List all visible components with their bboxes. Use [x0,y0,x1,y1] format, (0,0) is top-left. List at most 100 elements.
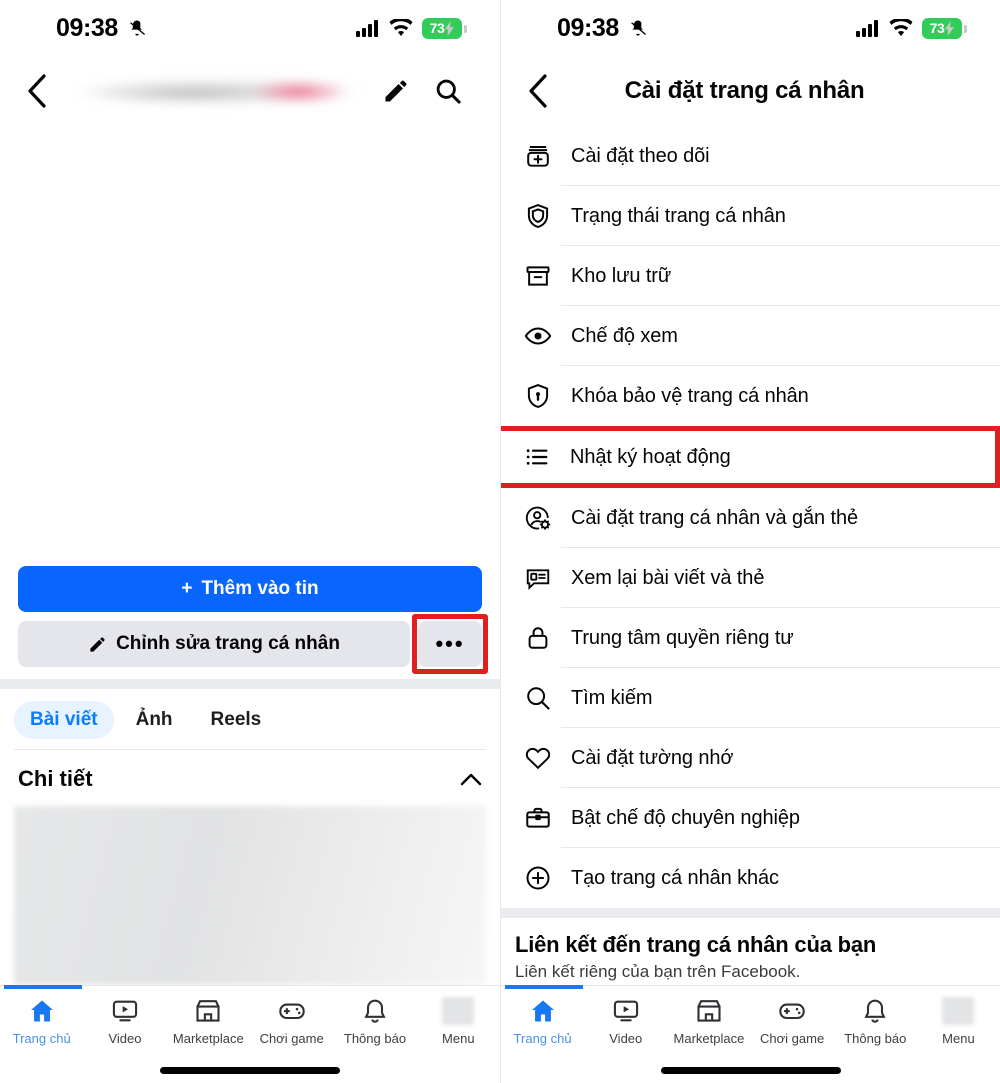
nav-active-indicator [505,985,583,989]
menu-label: Bật chế độ chuyên nghiệp [571,806,800,829]
nav-label-notifications: Thông báo [844,1031,907,1046]
nav-item-gaming[interactable]: Chơi game [250,996,333,1046]
nav-active-indicator [4,985,82,989]
nav-item-menu[interactable]: Menu [417,996,500,1046]
edit-profile-button[interactable]: Chỉnh sửa trang cá nhân [18,621,410,667]
details-title: Chi tiết [18,766,93,791]
menu-item-profile-lock[interactable]: Khóa bảo vệ trang cá nhân [501,366,1000,426]
back-button-left[interactable] [26,74,66,108]
menu-item-professional-mode[interactable]: Bật chế độ chuyên nghiệp [501,788,1000,848]
status-time: 09:38 [56,13,118,42]
status-time-2: 09:38 [557,13,619,42]
video-icon [110,996,140,1026]
search-icon [436,79,461,104]
section-divider-left [0,679,500,689]
search-header-button[interactable] [422,77,474,105]
edit-header-button[interactable] [370,77,422,105]
nav-items-left: Trang chủ Video Marketplace Chơi game Th… [0,986,500,1067]
add-to-story-label: Thêm vào tin [201,578,319,599]
menu-label: Nhật ký hoạt động [570,445,731,468]
nav-item-marketplace[interactable]: Marketplace [667,996,750,1046]
section-heading: Liên kết đến trang cá nhân của bạn [515,932,877,957]
edit-profile-label: Chỉnh sửa trang cá nhân [116,633,340,654]
add-to-story-button[interactable]: + Thêm vào tin [18,566,482,612]
search-icon [515,684,561,712]
menu-label: Tìm kiếm [571,686,653,709]
page-title: Cài đặt trang cá nhân [624,77,865,104]
gamepad-icon [777,996,807,1026]
menu-item-create-profile[interactable]: Tạo trang cá nhân khác [501,848,1000,908]
home-icon [27,996,57,1026]
details-header[interactable]: Chi tiết [0,750,500,806]
nav-label-menu: Menu [442,1031,475,1046]
nav-label-menu: Menu [942,1031,975,1046]
menu-label: Chế độ xem [571,324,678,347]
shield-icon [515,202,561,230]
menu-item-review-posts[interactable]: Xem lại bài viết và thẻ [501,548,1000,608]
secondary-button-row: Chỉnh sửa trang cá nhân ••• [18,614,488,674]
home-indicator [160,1067,340,1074]
home-icon [528,996,558,1026]
archive-box-icon [515,262,561,290]
nav-label-notifications: Thông báo [343,1031,407,1046]
tab-reels[interactable]: Reels [195,701,278,739]
left-app-header [0,56,500,126]
more-options-button[interactable]: ••• [418,621,482,667]
nav-item-gaming[interactable]: Chơi game [751,996,834,1046]
dual-screenshot-container: 09:38 73 + Thêm vào tin Chỉnh sửa trang … [0,0,1000,1083]
menu-item-archive[interactable]: Kho lưu trữ [501,246,1000,306]
section-subtitle: Liên kết riêng của bạn trên Facebook. [515,962,801,981]
menu-item-activity-log[interactable]: Nhật ký hoạt động [501,426,1000,488]
charging-bolt-icon [945,20,955,36]
nav-items-right: Trang chủ Video Marketplace Chơi game Th… [501,986,1000,1067]
right-app-header: Cài đặt trang cá nhân [501,56,1000,126]
charging-bolt-icon [445,20,455,36]
nav-item-video[interactable]: Video [83,996,166,1046]
person-gear-icon [515,504,561,532]
marketplace-icon [193,996,223,1026]
home-indicator [660,1067,841,1074]
menu-label: Cài đặt tường nhớ [571,746,734,769]
nav-item-home[interactable]: Trang chủ [501,996,584,1046]
tab-posts[interactable]: Bài viết [14,701,114,739]
nav-item-home[interactable]: Trang chủ [0,996,83,1046]
nav-label-gaming: Chơi game [760,1031,825,1046]
status-bar-left-group-2: 09:38 [557,14,648,43]
menu-item-follow-settings[interactable]: Cài đặt theo dõi [501,126,1000,186]
nav-label-gaming: Chơi game [259,1031,324,1046]
follow-settings-icon [515,142,561,170]
menu-item-profile-tagging[interactable]: Cài đặt trang cá nhân và gắn thẻ [501,488,1000,548]
profile-link-section: Liên kết đến trang cá nhân của bạn Liên … [501,918,1000,985]
left-phone-screen: 09:38 73 + Thêm vào tin Chỉnh sửa trang … [0,0,500,1083]
right-phone-screen: 09:38 73 Cài đặt trang cá nhân Cài đặt t… [500,0,1000,1083]
nav-label-home: Trang chủ [513,1031,572,1046]
status-bar-right-group-2: 73 [856,17,967,39]
status-bar-right-group: 73 [356,17,467,39]
menu-item-privacy-center[interactable]: Trung tâm quyền riêng tư [501,608,1000,668]
plus-glyph: + [181,578,193,599]
nav-label-video: Video [609,1031,643,1046]
profile-tabs: Bài viết Ảnh Reels [0,689,500,749]
menu-label: Trạng thái trang cá nhân [571,204,786,227]
nav-item-marketplace[interactable]: Marketplace [167,996,250,1046]
avatar-icon [442,996,475,1026]
menu-item-view-mode[interactable]: Chế độ xem [501,306,1000,366]
menu-item-search[interactable]: Tìm kiếm [501,668,1000,728]
mute-icon [127,18,147,38]
menu-item-memorial-settings[interactable]: Cài đặt tường nhớ [501,728,1000,788]
battery-indicator-2: 73 [922,17,967,39]
nav-item-menu[interactable]: Menu [917,996,1000,1046]
menu-label: Cài đặt theo dõi [571,144,710,167]
status-bar-left-group: 09:38 [56,14,147,43]
lock-icon [515,624,561,652]
nav-item-notifications[interactable]: Thông báo [834,996,917,1046]
nav-item-notifications[interactable]: Thông báo [333,996,416,1046]
back-button-right[interactable] [527,74,567,108]
nav-item-video[interactable]: Video [584,996,667,1046]
profile-action-buttons: + Thêm vào tin Chỉnh sửa trang cá nhân •… [0,556,500,679]
profile-name-blurred [74,70,362,112]
chevron-up-icon[interactable] [460,772,482,786]
tab-photos[interactable]: Ảnh [120,701,189,739]
menu-item-profile-status[interactable]: Trạng thái trang cá nhân [501,186,1000,246]
comment-review-icon [515,564,561,592]
